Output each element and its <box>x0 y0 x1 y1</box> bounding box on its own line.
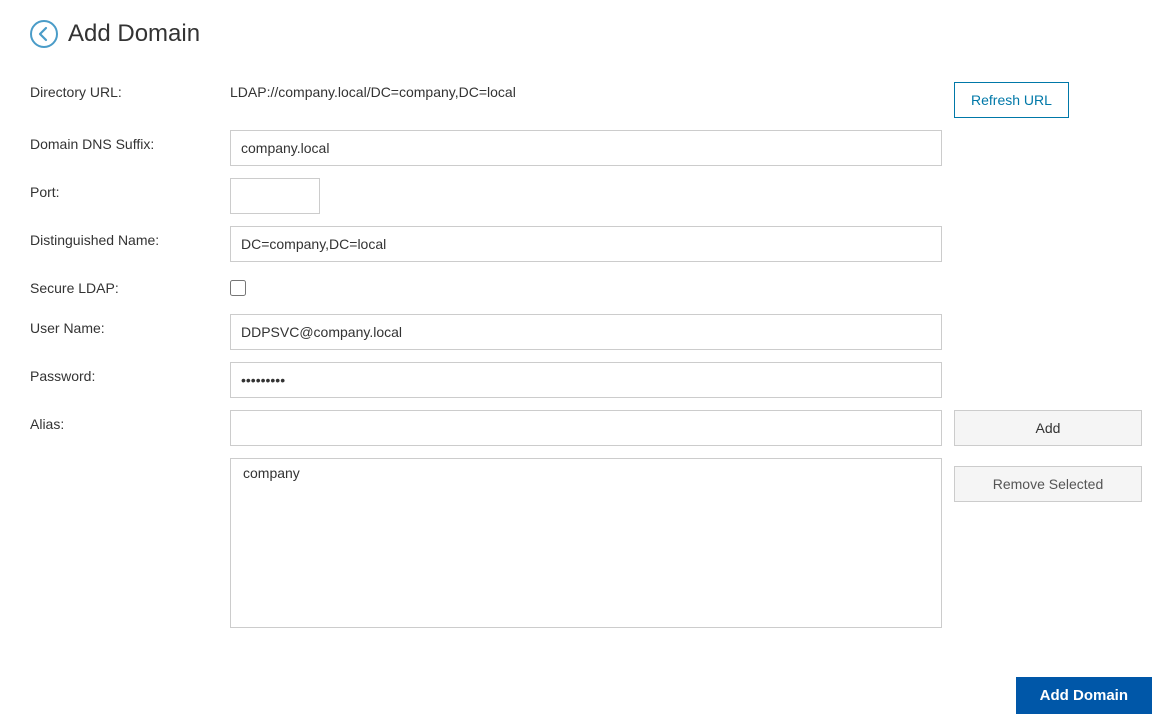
refresh-url-button[interactable]: Refresh URL <box>954 82 1069 118</box>
password-action <box>942 356 1142 368</box>
alias-listbox-field: company <box>230 452 942 634</box>
user-name-action <box>942 308 1142 320</box>
domain-dns-suffix-field <box>230 124 942 172</box>
bottom-bar: Add Domain <box>996 665 1172 726</box>
alias-input[interactable] <box>230 410 942 446</box>
port-label: Port: <box>30 172 230 212</box>
secure-ldap-checkbox[interactable] <box>230 280 246 296</box>
port-action <box>942 172 1142 184</box>
password-field <box>230 356 942 404</box>
password-input[interactable] <box>230 362 942 398</box>
page-title: Add Domain <box>68 20 200 48</box>
add-domain-button[interactable]: Add Domain <box>1016 677 1152 714</box>
directory-url-label: Directory URL: <box>30 72 230 112</box>
distinguished-name-label: Distinguished Name: <box>30 220 230 260</box>
alias-field <box>230 404 942 452</box>
distinguished-name-input[interactable] <box>230 226 942 262</box>
alias-listbox[interactable]: company <box>230 458 942 628</box>
title-row: Add Domain <box>30 20 1142 48</box>
user-name-input[interactable] <box>230 314 942 350</box>
page-container: Add Domain Directory URL: LDAP://company… <box>0 0 1172 654</box>
remove-selected-button[interactable]: Remove Selected <box>954 466 1142 502</box>
alias-add-action: Add <box>942 404 1142 452</box>
user-name-label: User Name: <box>30 308 230 348</box>
back-icon[interactable] <box>30 20 58 48</box>
user-name-field <box>230 308 942 356</box>
secure-ldap-label: Secure LDAP: <box>30 268 230 308</box>
refresh-url-action: Refresh URL <box>942 72 1142 124</box>
alias-listbox-item[interactable]: company <box>239 463 933 483</box>
secure-ldap-field <box>230 268 942 308</box>
add-alias-button[interactable]: Add <box>954 410 1142 446</box>
alias-remove-action: Remove Selected <box>942 452 1142 508</box>
distinguished-name-action <box>942 220 1142 232</box>
alias-list-label-spacer <box>30 452 230 492</box>
distinguished-name-field <box>230 220 942 268</box>
directory-url-value: LDAP://company.local/DC=company,DC=local <box>230 72 942 112</box>
password-label: Password: <box>30 356 230 396</box>
secure-ldap-action <box>942 268 1142 280</box>
port-input[interactable] <box>230 178 320 214</box>
port-field <box>230 172 942 220</box>
form-grid: Directory URL: LDAP://company.local/DC=c… <box>30 72 1142 634</box>
domain-dns-suffix-action <box>942 124 1142 136</box>
domain-dns-suffix-label: Domain DNS Suffix: <box>30 124 230 164</box>
alias-label: Alias: <box>30 404 230 444</box>
domain-dns-suffix-input[interactable] <box>230 130 942 166</box>
